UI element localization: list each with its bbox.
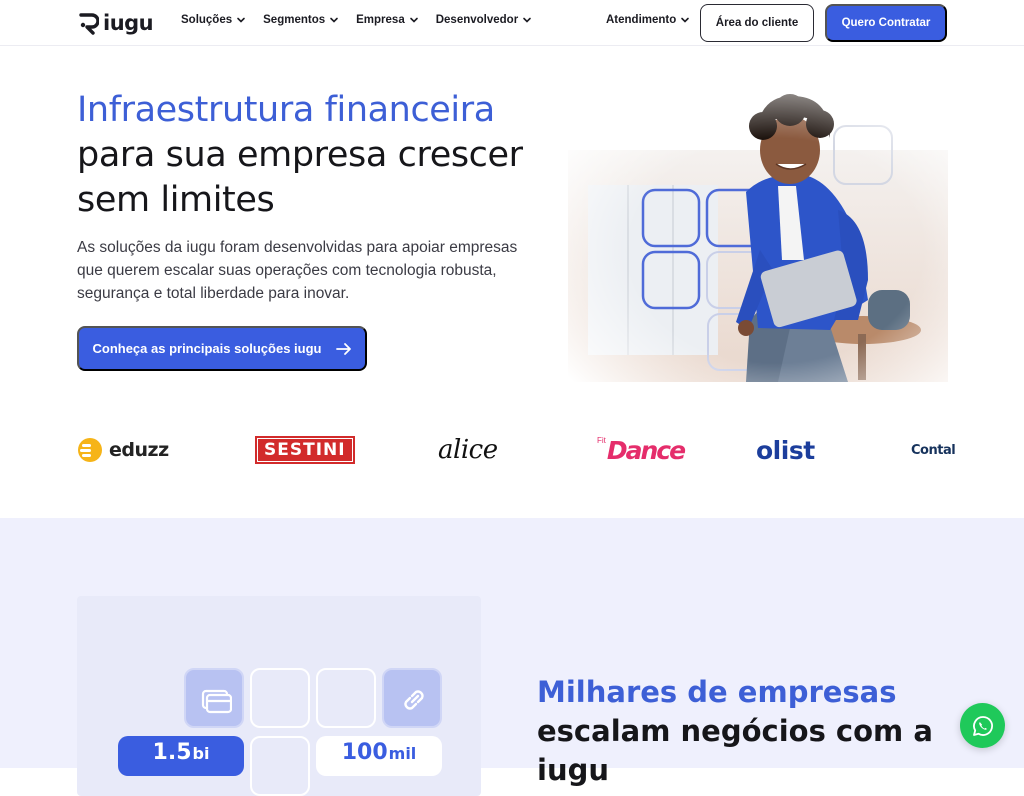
hire-button[interactable]: Quero Contratar	[825, 4, 947, 42]
stat-revenue-value: 1.5	[152, 740, 192, 765]
logo-sestini: SESTINI	[255, 432, 355, 468]
eduzz-icon	[78, 438, 102, 462]
nav-empresa-label: Empresa	[356, 14, 405, 26]
card-tile	[184, 668, 244, 728]
chevron-down-icon	[681, 17, 690, 23]
logo-olist-text: olist	[756, 435, 815, 465]
whatsapp-chat-button[interactable]	[960, 703, 1005, 748]
stat-revenue-unit: bi	[192, 744, 210, 763]
stat-revenue: 1.5 bi	[118, 736, 244, 776]
solutions-cta-label: Conheça as principais soluções iugu	[92, 341, 322, 356]
empty-tile	[250, 736, 310, 796]
logo-alice-text: alice	[438, 435, 498, 465]
nav-solucoes[interactable]: Soluções	[181, 14, 246, 26]
stat-clients-value: 100	[341, 740, 388, 765]
logo-fitdance-text: Dance	[606, 435, 686, 465]
logo-fitdance: Fit Dance	[597, 432, 686, 468]
stats-title-accent: Milhares de empresas	[537, 675, 897, 709]
iugu-logo-icon	[79, 13, 99, 35]
arrow-right-icon	[335, 342, 351, 355]
stats-visual: 1.5 bi 100 mil	[77, 596, 481, 796]
whatsapp-icon	[972, 715, 993, 736]
chevron-down-icon	[409, 17, 418, 23]
logo-olist: olist	[756, 432, 815, 468]
empty-tile	[250, 668, 310, 728]
stats-title-line3: iugu	[537, 753, 609, 787]
logo-contal: Contal	[911, 432, 956, 468]
hero-title-line3: sem limites	[77, 180, 275, 220]
stats-section: 1.5 bi 100 mil Milhares de empresas esca…	[0, 518, 1024, 796]
support-menu[interactable]: Atendimento	[606, 14, 690, 26]
hero-title-accent: Infraestrutura financeira	[77, 90, 495, 130]
credit-card-icon	[201, 689, 232, 714]
site-header: iugu Soluções Segmentos Empresa Desenvol…	[0, 0, 1024, 46]
support-label: Atendimento	[606, 14, 677, 26]
client-area-button[interactable]: Área do cliente	[700, 4, 814, 42]
hero-title-line2: para sua empresa crescer	[77, 135, 523, 175]
iugu-logo[interactable]: iugu	[77, 10, 154, 36]
logo-text: iugu	[103, 11, 154, 35]
logo-sestini-text: SESTINI	[255, 436, 355, 464]
nav-desenvolvedor-label: Desenvolvedor	[435, 14, 519, 26]
stats-title: Milhares de empresas escalam negócios co…	[537, 673, 957, 790]
hero-description: As soluções da iugu foram desenvolvidas …	[77, 239, 518, 302]
logo-eduzz: eduzz	[77, 432, 169, 468]
chevron-down-icon	[237, 17, 245, 23]
empty-tile	[316, 668, 376, 728]
nav-desenvolvedor[interactable]: Desenvolvedor	[436, 14, 532, 26]
client-logos-strip: eduzz SESTINI alice Fit Dance olist Cont…	[0, 420, 1024, 484]
link-icon	[404, 690, 424, 710]
stats-title-line2: escalam negócios com a	[537, 714, 933, 748]
logo-fitdance-prefix: Fit	[597, 436, 606, 445]
chevron-down-icon	[523, 17, 531, 23]
logo-contal-text: Contal	[911, 442, 956, 458]
nav-solucoes-label: Soluções	[181, 14, 233, 26]
logo-eduzz-text: eduzz	[109, 439, 169, 461]
link-tile	[382, 668, 442, 728]
solutions-cta-button[interactable]: Conheça as principais soluções iugu	[77, 326, 367, 371]
nav-segmentos[interactable]: Segmentos	[263, 14, 339, 26]
hero-photo	[568, 90, 948, 382]
logo-alice: alice	[438, 432, 498, 468]
nav-empresa[interactable]: Empresa	[356, 14, 419, 26]
main-nav: Soluções Segmentos Empresa Desenvolvedor	[181, 14, 532, 26]
hero-title: Infraestrutura financeira para sua empre…	[77, 88, 567, 223]
nav-segmentos-label: Segmentos	[263, 14, 326, 26]
stat-clients-unit: mil	[388, 744, 417, 763]
stat-clients: 100 mil	[316, 736, 442, 776]
chevron-down-icon	[330, 17, 338, 23]
